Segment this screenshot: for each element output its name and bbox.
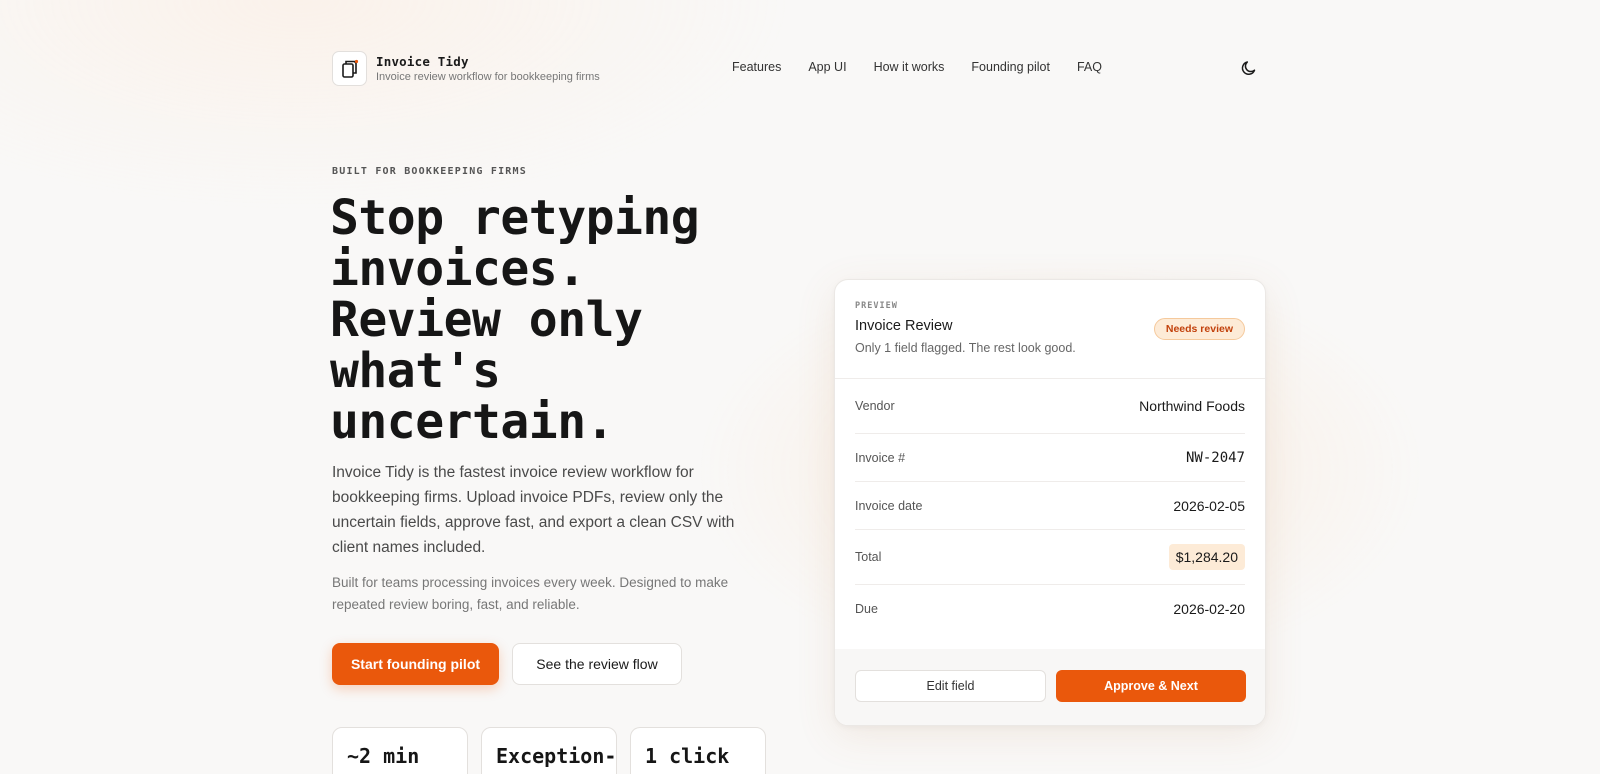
field-value: Northwind Foods bbox=[1139, 398, 1245, 414]
card-eyebrow: PREVIEW bbox=[855, 301, 898, 311]
field-label: Due bbox=[855, 602, 878, 616]
field-row-vendor[interactable]: Vendor Northwind Foods bbox=[855, 379, 1245, 434]
hero-title-line: invoices. bbox=[330, 241, 586, 297]
start-pilot-button[interactable]: Start founding pilot bbox=[332, 643, 499, 685]
review-flow-button[interactable]: See the review flow bbox=[512, 643, 682, 685]
hero-title-line: Stop retyping bbox=[330, 190, 700, 246]
field-label: Vendor bbox=[855, 399, 895, 413]
card-footer: Edit field Approve & Next bbox=[835, 649, 1265, 725]
invoice-fields: Vendor Northwind Foods Invoice # NW-2047… bbox=[835, 379, 1265, 633]
moon-icon[interactable] bbox=[1239, 58, 1259, 78]
hero-description: Invoice Tidy is the fastest invoice revi… bbox=[332, 464, 735, 556]
brand[interactable]: Invoice Tidy Invoice review workflow for… bbox=[332, 51, 600, 86]
field-row-invoice-date[interactable]: Invoice date 2026-02-05 bbox=[855, 482, 1245, 530]
main-nav: Features App UI How it works Founding pi… bbox=[732, 60, 1102, 74]
nav-features[interactable]: Features bbox=[732, 60, 781, 74]
nav-founding-pilot[interactable]: Founding pilot bbox=[971, 60, 1050, 74]
card-header: PREVIEW Invoice Review Only 1 field flag… bbox=[835, 280, 1265, 379]
hero-title-line: what's bbox=[330, 343, 501, 399]
field-row-total[interactable]: Total $1,284.20 bbox=[855, 530, 1245, 585]
hero-subtext: Built for teams processing invoices ever… bbox=[332, 575, 729, 612]
hero-title-line: Review only bbox=[330, 292, 643, 348]
hero-eyebrow: BUILT FOR BOOKKEEPING FIRMS bbox=[332, 166, 527, 177]
document-icon bbox=[332, 51, 367, 86]
site-header: Invoice Tidy Invoice review workflow for… bbox=[332, 51, 1259, 86]
field-value: 2026-02-20 bbox=[1173, 601, 1245, 617]
field-label: Invoice # bbox=[855, 450, 906, 465]
app-name: Invoice Tidy bbox=[376, 53, 469, 69]
edit-field-button[interactable]: Edit field bbox=[855, 670, 1046, 702]
nav-faq[interactable]: FAQ bbox=[1077, 60, 1102, 74]
invoice-preview-card: PREVIEW Invoice Review Only 1 field flag… bbox=[834, 279, 1266, 726]
flagged-field-value: $1,284.20 bbox=[1168, 544, 1245, 570]
hero-title: Stop retyping invoices. Review only what… bbox=[330, 193, 790, 448]
approve-next-button[interactable]: Approve & Next bbox=[1056, 670, 1246, 702]
card-note: Only 1 field flagged. The rest look good… bbox=[855, 341, 1076, 355]
stat-card: ~2 min bbox=[332, 727, 468, 774]
nav-how-it-works[interactable]: How it works bbox=[874, 60, 945, 74]
field-row-invoice-number[interactable]: Invoice # NW-2047 bbox=[855, 434, 1245, 482]
field-label: Invoice date bbox=[855, 498, 923, 513]
app-tagline: Invoice review workflow for bookkeeping … bbox=[376, 70, 600, 83]
field-label: Total bbox=[855, 550, 882, 564]
stat-card: Exception- bbox=[481, 727, 617, 774]
field-row-due[interactable]: Due 2026-02-20 bbox=[855, 585, 1245, 633]
field-value: NW-2047 bbox=[1185, 449, 1245, 466]
stat-card: 1 click bbox=[630, 727, 766, 774]
hero-title-line: uncertain. bbox=[330, 394, 614, 450]
field-value: 2026-02-05 bbox=[1173, 497, 1245, 514]
status-badge: Needs review bbox=[1153, 318, 1245, 340]
nav-app-ui[interactable]: App UI bbox=[808, 60, 846, 74]
